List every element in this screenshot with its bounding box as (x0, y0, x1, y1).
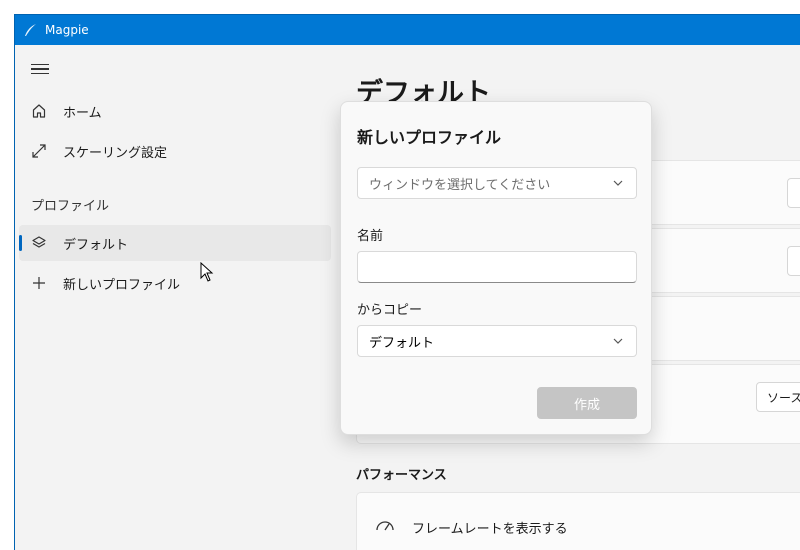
expand-arrows-icon (31, 143, 47, 159)
mouse-cursor-icon (200, 262, 214, 282)
layers-icon (31, 235, 47, 251)
sidebar-item-label: デフォルト (63, 237, 129, 253)
sidebar-item-default-profile[interactable]: デフォルト (19, 225, 331, 261)
dialog-title: 新しいプロファイル (357, 128, 502, 147)
sidebar-item-scaling-settings[interactable]: スケーリング設定 (19, 133, 331, 169)
framerate-card[interactable]: フレームレートを表示する (356, 492, 800, 550)
sidebar-item-label: 新しいプロファイル (63, 277, 181, 293)
speedometer-icon (376, 521, 394, 531)
source-window-button[interactable]: ソースウ (756, 382, 800, 412)
window-title: Magpie (45, 23, 89, 37)
profiles-section-label: プロファイル (31, 199, 110, 214)
copy-from-value: デフォルト (369, 335, 435, 351)
card-button[interactable] (787, 178, 800, 208)
title-bar: Magpie (15, 15, 800, 45)
window-select-combobox[interactable]: ウィンドウを選択してください (357, 167, 637, 199)
sidebar-item-label: ホーム (63, 105, 102, 121)
new-profile-dialog: 新しいプロファイル ウィンドウを選択してください 名前 からコピー デフォルト … (340, 101, 652, 435)
sidebar-item-home[interactable]: ホーム (19, 93, 331, 129)
name-input[interactable] (357, 251, 637, 283)
performance-section-label: パフォーマンス (356, 468, 447, 483)
copy-from-label: からコピー (357, 303, 423, 318)
create-button[interactable]: 作成 (537, 387, 637, 419)
hamburger-icon[interactable] (31, 61, 49, 77)
home-icon (31, 103, 47, 119)
plus-icon (31, 275, 47, 291)
sidebar-item-label: スケーリング設定 (63, 145, 168, 161)
chevron-down-icon (613, 180, 623, 186)
sidebar: ホーム スケーリング設定 プロファイル デフォルト 新しいプロファイル (15, 45, 335, 550)
magpie-app-icon (25, 24, 36, 36)
card-button[interactable] (787, 246, 800, 276)
framerate-label: フレームレートを表示する (412, 521, 568, 537)
sidebar-item-new-profile[interactable]: 新しいプロファイル (19, 265, 331, 301)
window-select-placeholder: ウィンドウを選択してください (369, 177, 551, 193)
copy-from-combobox[interactable]: デフォルト (357, 325, 637, 357)
name-label: 名前 (357, 229, 384, 244)
chevron-down-icon (613, 338, 623, 344)
